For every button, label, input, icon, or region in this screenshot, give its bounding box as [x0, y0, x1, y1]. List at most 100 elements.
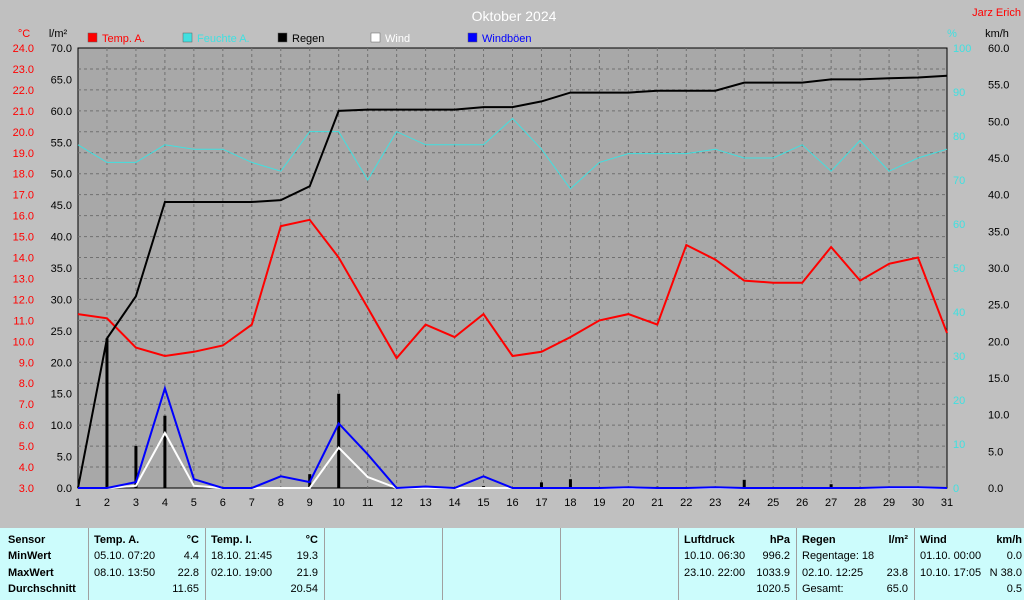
x-tick-label: 3 — [133, 497, 139, 509]
row-label-max: MaxWert — [8, 567, 54, 579]
rain-axis-unit: l/m² — [49, 28, 68, 40]
rain-bar — [105, 338, 109, 488]
x-tick-label: 4 — [162, 497, 168, 509]
x-tick-label: 19 — [593, 497, 605, 509]
rain-title: Regen — [802, 534, 836, 546]
stats-col-empty-3 — [560, 528, 679, 600]
pressure-title: Luftdruck — [684, 534, 735, 546]
x-tick-label: 15 — [477, 497, 489, 509]
humidity-tick-label: 30 — [953, 351, 965, 363]
x-tick-label: 9 — [307, 497, 313, 509]
temp-a-max-val: 22.8 — [177, 567, 199, 579]
temp-tick-label: 12.0 — [13, 294, 34, 306]
rain-tick-label: 70.0 — [51, 43, 72, 55]
x-tick-label: 12 — [391, 497, 403, 509]
x-tick-label: 6 — [220, 497, 226, 509]
rain-max-time: 02.10. 12:25 — [802, 567, 864, 579]
rain-tick-label: 25.0 — [51, 326, 72, 338]
x-tick-label: 25 — [767, 497, 779, 509]
wind-max-time: 10.10. 17:05 — [920, 567, 982, 579]
wind-avg: 0.5 — [1006, 583, 1022, 595]
temp-tick-label: 13.0 — [13, 273, 34, 285]
wind-tick-label: 15.0 — [988, 373, 1009, 385]
legend-label: Temp. A. — [102, 33, 145, 45]
rain-tick-label: 45.0 — [51, 200, 72, 212]
rain-tick-label: 35.0 — [51, 263, 72, 275]
temp-tick-label: 18.0 — [13, 169, 34, 181]
x-tick-label: 27 — [825, 497, 837, 509]
rain-tick-label: 5.0 — [57, 452, 72, 464]
temp-i-avg: 20.54 — [290, 583, 318, 595]
x-tick-label: 18 — [564, 497, 576, 509]
x-tick-label: 16 — [506, 497, 518, 509]
temp-tick-label: 21.0 — [13, 106, 34, 118]
humidity-tick-label: 70 — [953, 175, 965, 187]
x-tick-label: 23 — [709, 497, 721, 509]
rain-tick-label: 65.0 — [51, 74, 72, 86]
wind-max-val: N 38.0 — [989, 567, 1022, 579]
row-label-avg: Durchschnitt — [8, 583, 76, 595]
x-tick-label: 10 — [333, 497, 345, 509]
legend-label: Windböen — [482, 33, 532, 45]
rain-tick-label: 20.0 — [51, 357, 72, 369]
humidity-tick-label: 50 — [953, 263, 965, 275]
stats-col-empty-1 — [324, 528, 443, 600]
temp-tick-label: 14.0 — [13, 253, 34, 265]
temp-i-max-time: 02.10. 19:00 — [211, 567, 273, 579]
temp-tick-label: 5.0 — [19, 441, 34, 453]
rain-tick-label: 10.0 — [51, 420, 72, 432]
x-tick-label: 22 — [680, 497, 692, 509]
rain-unit: l/m² — [888, 534, 908, 546]
temp-tick-label: 19.0 — [13, 148, 34, 160]
temp-tick-label: 9.0 — [19, 357, 34, 369]
temp-i-unit: °C — [305, 534, 318, 546]
x-tick-label: 17 — [535, 497, 547, 509]
rain-bar — [568, 479, 572, 488]
stats-col-wind: Wind km/h 01.10. 00:00 0.0 10.10. 17:05 N 3… — [914, 528, 1024, 600]
wind-title: Wind — [920, 534, 947, 546]
humidity-tick-label: 20 — [953, 395, 965, 407]
x-tick-label: 26 — [796, 497, 808, 509]
temp-tick-label: 7.0 — [19, 399, 34, 411]
x-tick-label: 28 — [854, 497, 866, 509]
rain-tick-label: 55.0 — [51, 137, 72, 149]
wind-tick-label: 0.0 — [988, 483, 1003, 495]
legend-label: Feuchte A. — [197, 33, 250, 45]
rain-tick-label: 60.0 — [51, 106, 72, 118]
humidity-tick-label: 40 — [953, 307, 965, 319]
x-tick-label: 29 — [883, 497, 895, 509]
legend-swatch — [277, 32, 288, 43]
rain-total-label: Gesamt: — [802, 583, 844, 595]
temp-tick-label: 22.0 — [13, 85, 34, 97]
temp-tick-label: 6.0 — [19, 420, 34, 432]
humidity-tick-label: 90 — [953, 87, 965, 99]
stats-col-rain: Regen l/m² Regentage: 18 02.10. 12:25 23.8… — [796, 528, 915, 600]
x-tick-label: 21 — [651, 497, 663, 509]
temp-i-min-time: 18.10. 21:45 — [211, 550, 273, 562]
wind-tick-label: 40.0 — [988, 190, 1009, 202]
legend-label: Wind — [385, 33, 410, 45]
wind-unit: km/h — [996, 534, 1022, 546]
temp-tick-label: 3.0 — [19, 483, 34, 495]
x-tick-label: 31 — [941, 497, 953, 509]
rain-days: Regentage: 18 — [802, 550, 875, 562]
temp-i-max-val: 21.9 — [296, 567, 318, 579]
temp-a-unit: °C — [186, 534, 199, 546]
stats-col-temp-i: Temp. I. °C 18.10. 21:45 19.3 02.10. 19:00… — [205, 528, 325, 600]
pressure-max-val: 1033.9 — [756, 567, 790, 579]
rain-bar — [163, 415, 167, 488]
rain-tick-label: 40.0 — [51, 232, 72, 244]
pressure-avg: 1020.5 — [756, 583, 790, 595]
stats-col-temp-a: Temp. A. °C 05.10. 07:20 4.4 08.10. 13:50 2… — [88, 528, 206, 600]
temp-i-title: Temp. I. — [211, 534, 252, 546]
stats-table: Sensor MinWert MaxWert Durchschnitt Temp… — [0, 528, 1024, 600]
humidity-axis-unit: % — [947, 28, 957, 40]
legend: Temp. A. Feuchte A. Regen Wind Windböen — [87, 32, 532, 45]
legend-swatch — [182, 32, 193, 43]
humidity-tick-label: 10 — [953, 439, 965, 451]
temp-a-avg: 11.65 — [172, 583, 199, 595]
pressure-unit: hPa — [769, 534, 790, 546]
row-label-min: MinWert — [8, 550, 52, 562]
x-tick-label: 20 — [622, 497, 634, 509]
x-tick-label: 13 — [419, 497, 431, 509]
